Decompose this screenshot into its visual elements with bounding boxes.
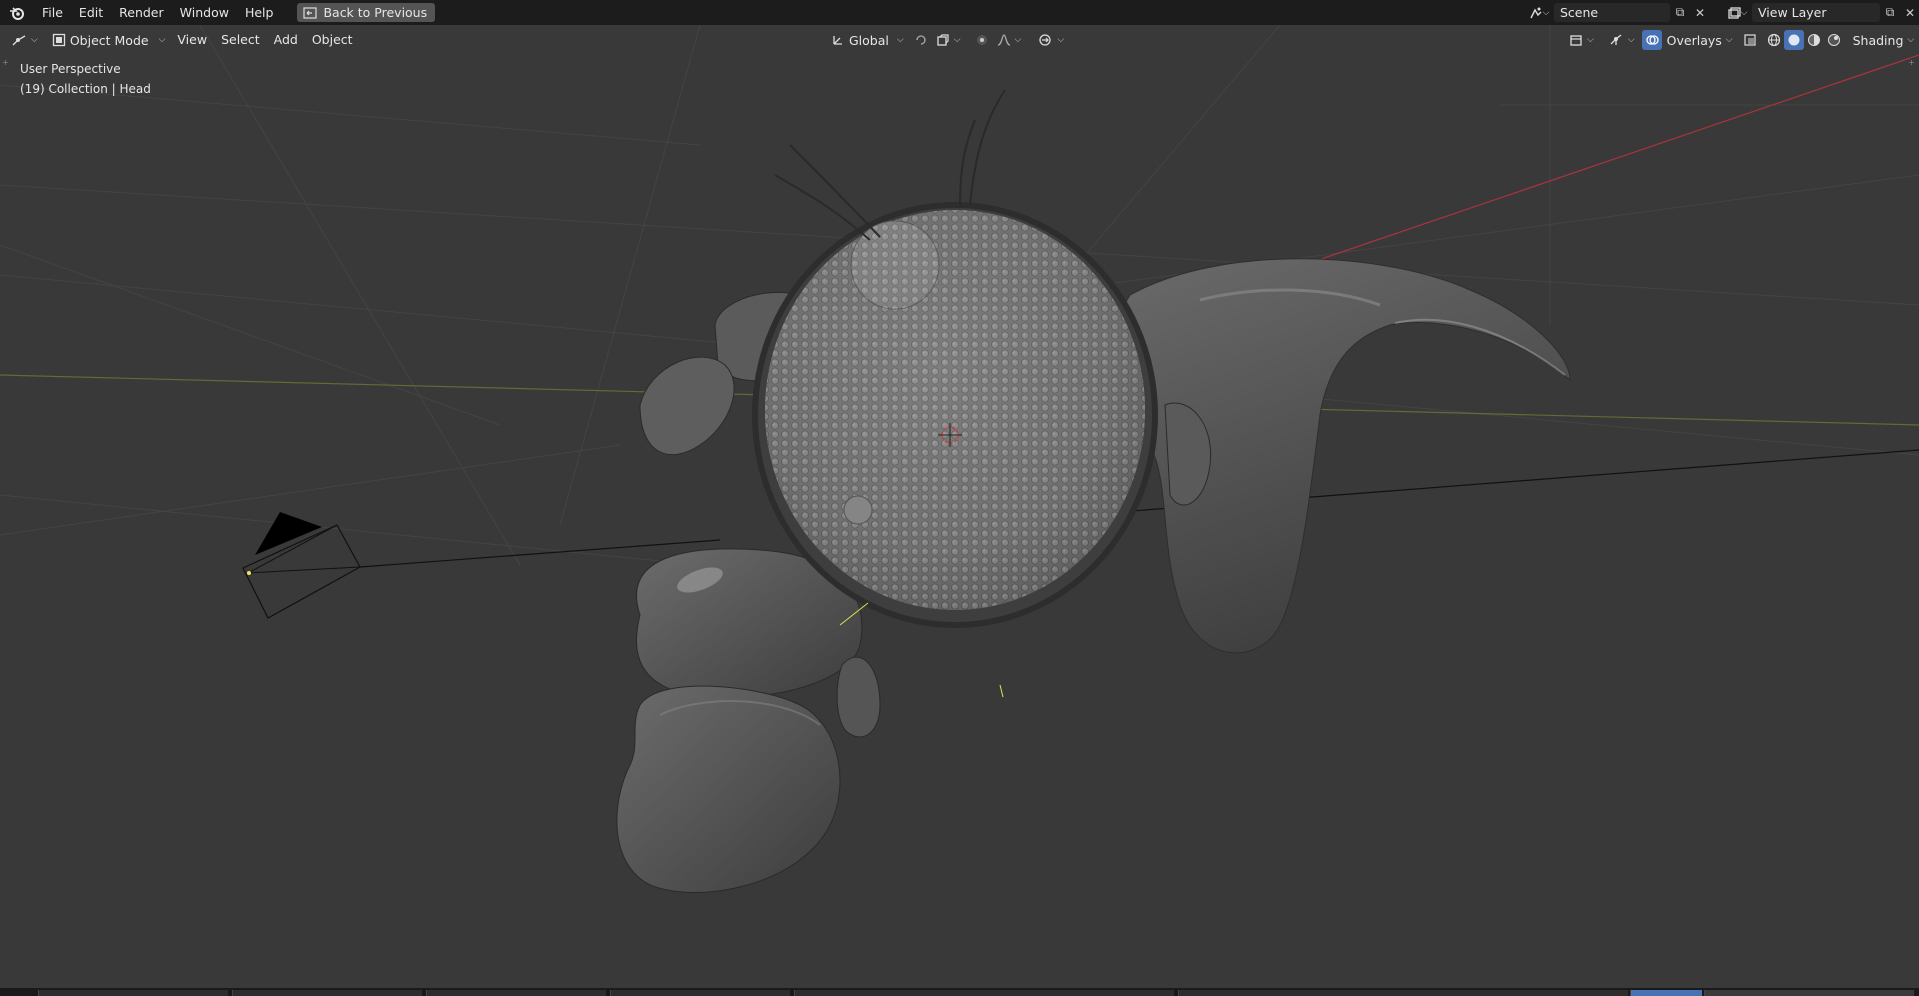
view-layer-selector: ⌵ View Layer ⧉ ✕ xyxy=(1722,0,1919,25)
gizmo-icon xyxy=(1610,34,1622,45)
add-menu[interactable]: Add xyxy=(267,29,305,51)
scene-browse-icon[interactable]: ⌵ xyxy=(1524,3,1554,22)
bottom-area-strip xyxy=(0,988,1919,996)
collection-label: (19) Collection | Head xyxy=(20,82,151,96)
back-to-previous-button[interactable]: Back to Previous xyxy=(297,3,436,22)
main-menu: File Edit Render Window Help xyxy=(34,0,281,25)
blender-logo-icon[interactable] xyxy=(0,0,34,25)
right-region-toggle-icon[interactable]: + xyxy=(1908,58,1915,67)
view-menu[interactable]: View xyxy=(170,29,214,51)
snapping-icon xyxy=(1039,34,1052,46)
3d-viewport[interactable]: User Perspective (19) Collection | Head xyxy=(0,25,1919,988)
view-layer-name-field[interactable]: View Layer xyxy=(1752,3,1880,22)
object-types-visibility-dropdown[interactable]: ⌵ xyxy=(1564,29,1599,51)
body-mesh[interactable] xyxy=(616,548,881,893)
orientation-label: Global xyxy=(849,32,889,48)
object-types-icon xyxy=(1570,35,1582,46)
overlays-label: Overlays xyxy=(1666,32,1722,48)
scene-close-icon[interactable]: ✕ xyxy=(1690,3,1710,22)
menu-render[interactable]: Render xyxy=(111,0,172,25)
menu-help[interactable]: Help xyxy=(237,0,282,25)
scene-new-icon[interactable]: ⧉ xyxy=(1670,3,1690,22)
editor-type-icon xyxy=(12,35,26,46)
bottom-panel-segment[interactable] xyxy=(1178,990,1628,996)
gizmo-dropdown[interactable]: ⌵ xyxy=(1603,29,1640,51)
back-icon xyxy=(303,6,318,19)
orientation-icon xyxy=(833,36,842,45)
object-mode-icon xyxy=(52,33,65,47)
menu-file[interactable]: File xyxy=(34,0,71,25)
head-mesh[interactable] xyxy=(752,202,1158,628)
snap-target-icon xyxy=(937,34,949,46)
object-menu[interactable]: Object xyxy=(305,29,360,51)
overlays-dropdown[interactable]: Overlays ⌵ xyxy=(1662,29,1738,51)
shading-dropdown[interactable]: Shading ⌵ xyxy=(1848,29,1919,51)
overlays-toggle-icon[interactable] xyxy=(1641,30,1662,50)
light-indicator-2 xyxy=(999,684,1004,698)
rendered-shading-icon[interactable] xyxy=(1824,30,1844,50)
menu-window[interactable]: Window xyxy=(172,0,237,25)
viewport-header: ⌵ Object Mode ⌵ View Select Add Object G… xyxy=(0,25,1919,67)
solid-shading-icon[interactable] xyxy=(1783,30,1804,50)
viewport-scene[interactable] xyxy=(0,25,1919,988)
falloff-dropdown[interactable]: ⌵ xyxy=(992,29,1027,51)
shading-label: Shading xyxy=(1852,32,1904,48)
view-layer-browse-icon[interactable]: ⌵ xyxy=(1722,3,1752,22)
top-bar: File Edit Render Window Help Back to Pre… xyxy=(0,0,1919,25)
xray-toggle-icon[interactable] xyxy=(1740,30,1760,50)
scene-name-field[interactable]: Scene xyxy=(1554,3,1670,22)
back-to-previous-label: Back to Previous xyxy=(323,5,428,20)
transform-orientation-dropdown[interactable]: Global ⌵ xyxy=(826,29,909,51)
scene-selector: ⌵ Scene ⧉ ✕ xyxy=(1524,0,1710,25)
select-menu[interactable]: Select xyxy=(214,29,267,51)
material-preview-shading-icon[interactable] xyxy=(1804,30,1824,50)
pivot-point-icon[interactable] xyxy=(911,30,931,50)
object-mode-dropdown[interactable]: Object Mode ⌵ xyxy=(47,29,171,51)
bottom-panel-segment[interactable] xyxy=(232,990,422,996)
bottom-panel-segment[interactable] xyxy=(38,990,228,996)
proportional-edit-icon[interactable] xyxy=(972,30,992,50)
bottom-panel-segment[interactable] xyxy=(1704,990,1914,996)
bottom-panel-segment[interactable] xyxy=(794,990,1174,996)
view-layer-new-icon[interactable]: ⧉ xyxy=(1880,3,1900,22)
wireframe-shading-icon[interactable] xyxy=(1764,30,1784,50)
falloff-icon xyxy=(997,34,1010,46)
editor-type-dropdown[interactable]: ⌵ xyxy=(6,29,43,51)
snap-target-dropdown[interactable]: ⌵ xyxy=(931,29,966,51)
perspective-label: User Perspective xyxy=(20,62,121,76)
view-layer-close-icon[interactable]: ✕ xyxy=(1900,3,1919,22)
bottom-panel-segment[interactable] xyxy=(610,990,790,996)
snapping-dropdown[interactable]: ⌵ xyxy=(1032,29,1069,51)
left-region-toggle-icon[interactable]: + xyxy=(2,58,9,67)
menu-edit[interactable]: Edit xyxy=(71,0,111,25)
bottom-panel-segment[interactable] xyxy=(426,990,606,996)
bottom-panel-active-segment[interactable] xyxy=(1630,990,1702,996)
object-mode-label: Object Mode xyxy=(69,32,149,48)
